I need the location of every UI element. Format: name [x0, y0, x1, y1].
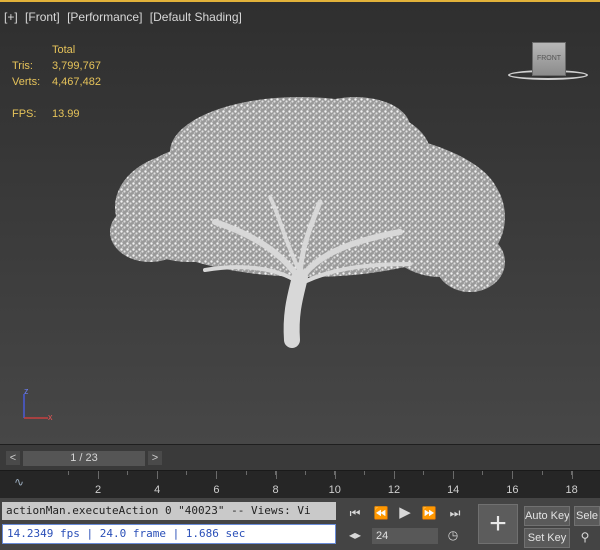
trackbar-minor-tick	[127, 471, 129, 475]
trackbar-minor-tick	[541, 471, 543, 475]
trackbar-tick-label: 6	[213, 484, 220, 496]
front-viewport[interactable]: [+] [Front] [Performance] [Default Shadi…	[0, 0, 600, 444]
trackbar-minor-tick	[512, 471, 513, 475]
tree-model[interactable]	[0, 2, 600, 444]
trackbar-minor-tick	[423, 471, 425, 475]
trackbar-tick-label: 14	[447, 484, 460, 496]
trackbar-minor-tick	[304, 471, 306, 475]
trackbar-minor-tick	[156, 471, 158, 475]
trackbar-minor-tick	[364, 471, 365, 475]
trackbar-minor-tick	[186, 471, 188, 475]
axis-x-label: x	[48, 412, 53, 422]
trackbar-minor-tick	[393, 471, 395, 475]
trackbar-minor-tick	[97, 471, 99, 475]
axis-tripod: z x	[23, 386, 53, 422]
key-filters-icon[interactable]: ⚲	[576, 528, 594, 546]
trackbar-minor-tick	[334, 471, 336, 475]
trackbar-tick-label: 10	[328, 484, 341, 496]
time-config-icon[interactable]: ◷	[444, 526, 462, 544]
trackbar-minor-tick	[275, 471, 277, 475]
time-prev-button[interactable]: <	[6, 451, 20, 465]
trackbar-tick-label: 12	[387, 484, 401, 496]
time-slider-bar: < 1 / 23 >	[0, 444, 600, 470]
bottom-panel: actionMan.executeAction 0 "40023" -- Vie…	[0, 498, 600, 550]
previous-frame-icon[interactable]: ⏪	[372, 504, 390, 522]
trackbar-minor-tick	[68, 471, 69, 475]
next-frame-icon[interactable]: ⏩	[420, 504, 438, 522]
tree-canopy	[110, 97, 505, 292]
set-key-button[interactable]: Set Key	[524, 528, 570, 548]
trackbar-minor-tick	[245, 471, 247, 475]
go-to-start-icon[interactable]: ⏮	[346, 504, 364, 522]
status-line[interactable]: 14.2349 fps | 24.0 frame | 1.686 sec	[2, 524, 336, 544]
trackbar-tick-label: 4	[154, 484, 161, 496]
current-frame-field[interactable]: 24	[372, 528, 438, 544]
curve-editor-icon[interactable]: ∿	[14, 475, 40, 493]
trackbar-tick-label: 16	[506, 484, 519, 496]
trackbar-tick-label: 18	[565, 484, 578, 496]
trackbar-minor-tick	[216, 471, 217, 475]
trackbar[interactable]: ∿ 2 4 6 8 10 12 14 16 18	[0, 470, 600, 498]
maxscript-listener-line[interactable]: actionMan.executeAction 0 "40023" -- Vie…	[2, 502, 336, 520]
trackbar-minor-tick	[482, 471, 484, 475]
trackbar-tick-label: 2	[94, 484, 102, 496]
play-icon[interactable]: ▶	[396, 504, 414, 522]
set-keys-icon[interactable]: +	[478, 504, 518, 544]
auto-key-button[interactable]: Auto Key	[524, 506, 570, 526]
trackbar-minor-tick	[452, 471, 454, 475]
time-next-button[interactable]: >	[148, 451, 162, 465]
axis-z-label: z	[24, 386, 29, 396]
key-mode-icon[interactable]: ◂▸	[346, 526, 364, 544]
selected-dropdown[interactable]: Sele	[574, 506, 600, 526]
go-to-end-icon[interactable]: ⏭	[446, 504, 464, 522]
time-slider[interactable]: 1 / 23	[23, 451, 145, 466]
trackbar-minor-tick	[571, 471, 573, 475]
trackbar-tick-label: 8	[272, 484, 279, 496]
